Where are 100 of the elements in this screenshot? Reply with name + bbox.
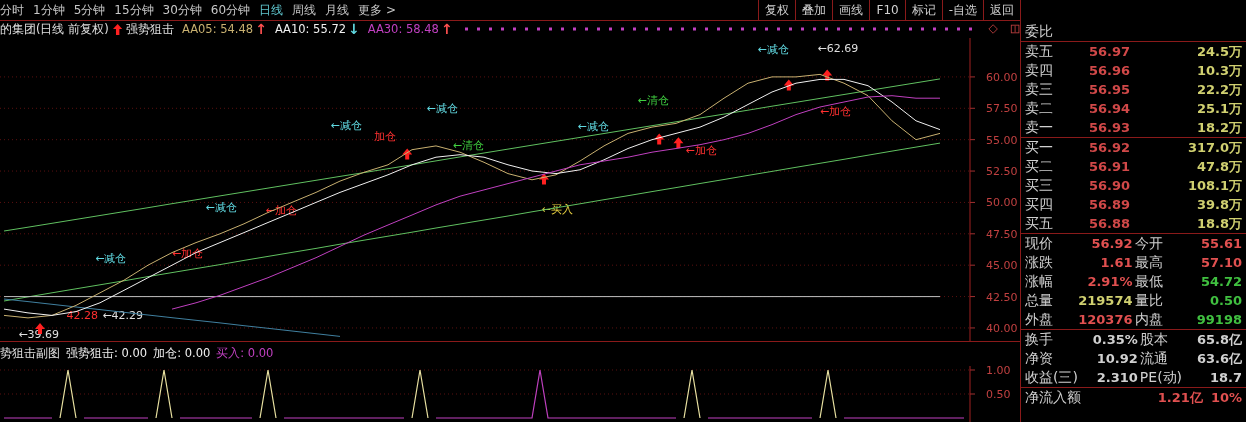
field-value: 0.50 — [1208, 293, 1242, 308]
bid-price: 56.89 — [1089, 197, 1132, 212]
field-value: 0.35% — [1091, 332, 1138, 347]
ask-volume: 24.5万 — [1196, 42, 1242, 61]
ask-price: 56.96 — [1089, 63, 1132, 78]
bid-volume: 47.8万 — [1196, 157, 1242, 176]
field-value: 10% — [1210, 390, 1242, 405]
moving-average-value: AA10: 55.72 — [274, 22, 346, 37]
moving-average-value: AA05: 54.48 — [182, 22, 254, 37]
indicator-value: 强势狙击: 0.00 — [66, 346, 148, 362]
field-label: 买四 — [1025, 195, 1053, 214]
field-label: 流通 — [1139, 349, 1169, 368]
bid-volume: 39.8万 — [1196, 195, 1242, 214]
field-label: PE(动) — [1139, 368, 1183, 387]
field-label: 卖三 — [1025, 80, 1053, 99]
field-value: 63.6亿 — [1195, 349, 1242, 368]
axis-label: 47.50 — [986, 227, 1018, 241]
period-tab[interactable]: 更多 > — [358, 1, 396, 19]
trend-arrow: ↑ — [440, 21, 453, 38]
field-label: 外盘 — [1025, 310, 1053, 329]
field-label: 换手 — [1025, 330, 1054, 349]
ask-volume: 25.1万 — [1196, 99, 1242, 118]
signal-label: ←42.29 — [102, 309, 144, 323]
moving-average-value: AA30: 58.48 — [367, 22, 439, 37]
ask-price: 56.94 — [1089, 101, 1132, 116]
field-value: 18.7 — [1208, 370, 1242, 385]
field-value: 2.91% — [1086, 274, 1133, 289]
ask-volume: 22.2万 — [1196, 80, 1242, 99]
trend-arrow: ↓ — [348, 21, 360, 38]
bid-volume: 18.8万 — [1196, 214, 1242, 233]
signal-label: ←减仓 — [205, 201, 237, 215]
period-tab[interactable]: 60分钟 — [210, 1, 251, 19]
signal-label: 加仓 — [373, 129, 396, 143]
signal-label: ←减仓 — [95, 251, 127, 265]
signal-label: ←减仓 — [757, 43, 789, 57]
field-value: 54.72 — [1199, 274, 1242, 289]
axis-label: 57.50 — [986, 102, 1018, 116]
indicator-value: 买入: 0.00 — [216, 346, 274, 362]
field-value: 55.61 — [1199, 236, 1242, 251]
field-label: 卖四 — [1025, 61, 1053, 80]
field-value: 2.310 — [1095, 370, 1138, 385]
field-label: 最高 — [1134, 253, 1163, 272]
field-value: 120376 — [1077, 312, 1133, 327]
field-value: 1.21亿 — [1157, 388, 1203, 407]
field-label: 买三 — [1025, 176, 1053, 195]
axis-label: 52.50 — [986, 164, 1018, 178]
field-label: 股本 — [1139, 330, 1169, 349]
chart-title: 的集团(日线 前复权) — [0, 21, 109, 37]
indicator-value: 加仓: 0.00 — [153, 346, 211, 362]
field-label: 买一 — [1025, 138, 1053, 157]
bid-volume: 317.0万 — [1187, 138, 1242, 157]
period-tab[interactable]: 周线 — [292, 1, 317, 19]
field-label: 最低 — [1134, 272, 1163, 291]
axis-label: 0.50 — [986, 387, 1011, 401]
field-label: 净流入额 — [1025, 388, 1081, 407]
axis-label: 50.00 — [986, 196, 1018, 210]
bid-price: 56.91 — [1089, 159, 1132, 174]
ask-volume: 18.2万 — [1196, 118, 1242, 137]
axis-label: 1.00 — [986, 365, 1011, 377]
up-arrow-icon — [112, 22, 122, 36]
diamond-icon[interactable] — [987, 23, 998, 36]
period-tab[interactable]: 1分钟 — [33, 1, 65, 19]
field-value: 219574 — [1077, 293, 1133, 308]
ask-price: 56.97 — [1089, 44, 1132, 59]
period-tab[interactable]: 月线 — [325, 1, 350, 19]
subchart-title: 势狙击副图 — [0, 346, 60, 362]
signal-label: ←62.69 — [817, 41, 859, 55]
field-value: 57.10 — [1199, 255, 1242, 270]
field-value: 99198 — [1195, 312, 1242, 327]
signal-label: ←减仓 — [330, 118, 362, 132]
period-tab[interactable]: 30分钟 — [162, 1, 202, 19]
field-label: 今开 — [1134, 234, 1163, 253]
field-label: 卖一 — [1025, 118, 1053, 137]
signal-label: ←减仓 — [426, 102, 458, 116]
period-tab[interactable]: 5分钟 — [73, 1, 106, 19]
ask-price: 56.93 — [1089, 120, 1132, 135]
bid-volume: 108.1万 — [1187, 176, 1242, 195]
signal-label: ←减仓 — [577, 119, 609, 133]
field-label: 净资 — [1025, 349, 1054, 368]
field-label: 买五 — [1025, 214, 1053, 233]
indicator-name: 强势狙击 — [126, 21, 174, 37]
field-label: 委比 — [1025, 22, 1053, 41]
field-label: 收益(三) — [1025, 368, 1078, 387]
ask-price: 56.95 — [1089, 82, 1132, 97]
signal-label: ←清仓 — [637, 93, 669, 107]
axis-label: 45.00 — [986, 259, 1018, 272]
bid-price: 56.88 — [1089, 216, 1132, 231]
field-label: 买二 — [1025, 157, 1053, 176]
axis-label: 42.50 — [986, 290, 1018, 304]
period-tab[interactable]: 分时 — [0, 1, 24, 19]
period-tab[interactable]: 15分钟 — [114, 1, 154, 19]
field-label: 量比 — [1134, 291, 1163, 310]
period-tab[interactable]: 日线 — [259, 1, 284, 19]
ask-volume: 10.3万 — [1196, 61, 1242, 80]
signal-label: ←加仓 — [820, 104, 852, 118]
bid-price: 56.92 — [1089, 140, 1132, 155]
field-value: 1.61 — [1099, 255, 1133, 270]
window-icon[interactable] — [1009, 23, 1020, 36]
field-label: 涨跌 — [1025, 253, 1053, 272]
field-label: 卖五 — [1025, 42, 1053, 61]
